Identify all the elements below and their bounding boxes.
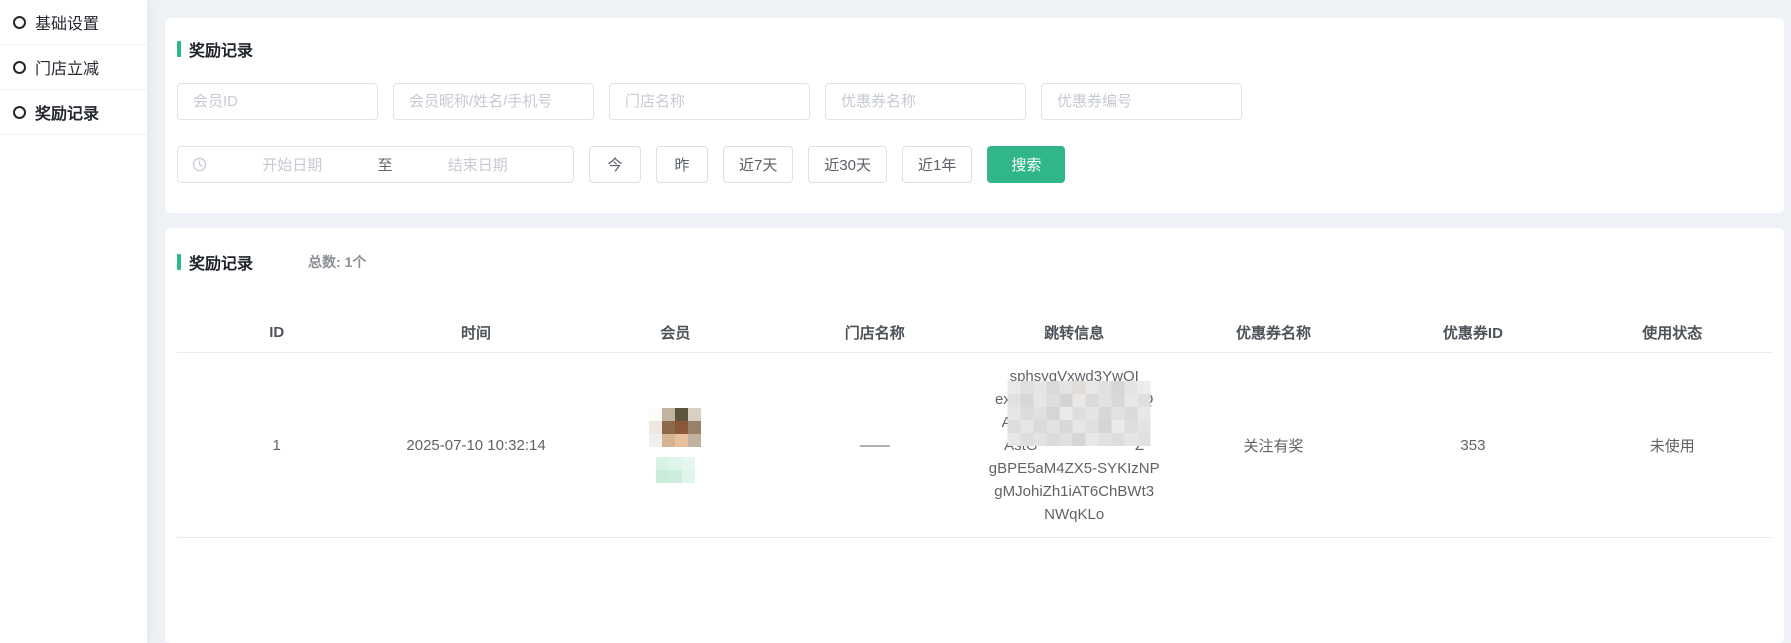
header-use-status: 使用状态 bbox=[1573, 322, 1772, 343]
date-separator: 至 bbox=[374, 154, 397, 175]
search-button[interactable]: 搜索 bbox=[987, 146, 1065, 183]
header-member: 会员 bbox=[576, 322, 775, 343]
header-store-name: 门店名称 bbox=[775, 322, 974, 343]
cell-store-name: —— bbox=[775, 437, 974, 454]
records-table: ID 时间 会员 门店名称 跳转信息 优惠券名称 优惠券ID 使用状态 1 20… bbox=[177, 312, 1772, 538]
date-range-picker[interactable]: 开始日期 至 结束日期 bbox=[177, 146, 574, 183]
yesterday-button[interactable]: 昨 bbox=[656, 146, 708, 183]
circle-icon bbox=[13, 16, 26, 29]
clock-icon bbox=[192, 157, 207, 172]
cell-time: 2025-07-10 10:32:14 bbox=[376, 437, 575, 454]
total-label: 总数: bbox=[308, 254, 341, 270]
records-panel: 奖励记录 总数: 1个 ID 时间 会员 门店名称 跳转信息 优惠券名称 优惠券… bbox=[165, 228, 1784, 643]
end-date-placeholder[interactable]: 结束日期 bbox=[397, 154, 560, 175]
panel-title-text: 奖励记录 bbox=[189, 250, 253, 274]
cell-member bbox=[576, 402, 775, 489]
today-button[interactable]: 今 bbox=[589, 146, 641, 183]
member-name-input[interactable] bbox=[393, 83, 594, 120]
panel-title-text: 奖励记录 bbox=[189, 37, 253, 61]
cell-coupon-name: 关注有奖 bbox=[1174, 435, 1373, 456]
last-1-year-button[interactable]: 近1年 bbox=[902, 146, 972, 183]
sidebar-item-label: 基础设置 bbox=[35, 10, 99, 34]
filter-date-row: 开始日期 至 结束日期 今 昨 近7天 近30天 近1年 搜索 bbox=[177, 146, 1772, 183]
circle-icon bbox=[13, 61, 26, 74]
header-id: ID bbox=[177, 324, 376, 341]
table-header-row: ID 时间 会员 门店名称 跳转信息 优惠券名称 优惠券ID 使用状态 bbox=[177, 312, 1772, 352]
cell-use-status: 未使用 bbox=[1573, 435, 1772, 456]
cell-jump-info: sphsvqVxwd3YwOI export/UzEfAqtgckI5AQ AA… bbox=[975, 365, 1174, 526]
sidebar-item-label: 奖励记录 bbox=[35, 100, 99, 124]
member-nickname-censored bbox=[656, 457, 695, 483]
last-30-days-button[interactable]: 近30天 bbox=[808, 146, 887, 183]
cell-id: 1 bbox=[177, 437, 376, 454]
jump-info-line: gMJohiZh1iAT6ChBWt3 bbox=[989, 480, 1160, 503]
table-row: 1 2025-07-10 10:32:14 —— sphsvqVxwd3YwOI… bbox=[177, 352, 1772, 538]
title-accent-bar bbox=[177, 254, 181, 270]
filter-panel-title: 奖励记录 bbox=[177, 40, 1772, 57]
total-value: 1个 bbox=[345, 254, 367, 270]
sidebar-item-basic-settings[interactable]: 基础设置 bbox=[0, 0, 147, 45]
jump-info-text: sphsvqVxwd3YwOI export/UzEfAqtgckI5AQ AA… bbox=[989, 365, 1160, 526]
main-content: 奖励记录 开始日期 至 结束日期 今 bbox=[147, 0, 1791, 643]
coupon-number-input[interactable] bbox=[1041, 83, 1242, 120]
sidebar-item-store-discount[interactable]: 门店立减 bbox=[0, 45, 147, 90]
filter-panel: 奖励记录 开始日期 至 结束日期 今 bbox=[165, 18, 1784, 213]
header-jump-info: 跳转信息 bbox=[975, 322, 1174, 343]
store-name-input[interactable] bbox=[609, 83, 810, 120]
header-time: 时间 bbox=[376, 322, 575, 343]
header-coupon-name: 优惠券名称 bbox=[1174, 322, 1373, 343]
member-avatar bbox=[649, 408, 701, 447]
start-date-placeholder[interactable]: 开始日期 bbox=[211, 154, 374, 175]
circle-icon bbox=[13, 106, 26, 119]
header-coupon-id: 优惠券ID bbox=[1373, 322, 1572, 343]
coupon-name-input[interactable] bbox=[825, 83, 1026, 120]
total-count: 总数: 1个 bbox=[308, 252, 366, 272]
filter-inputs-row bbox=[177, 83, 1772, 120]
app-window: 基础设置 门店立减 奖励记录 奖励记录 bbox=[0, 0, 1791, 643]
cell-coupon-id: 353 bbox=[1373, 437, 1572, 454]
sidebar: 基础设置 门店立减 奖励记录 bbox=[0, 0, 147, 643]
sidebar-item-reward-records[interactable]: 奖励记录 bbox=[0, 90, 147, 135]
last-7-days-button[interactable]: 近7天 bbox=[723, 146, 793, 183]
jump-info-line: NWqKLo bbox=[989, 503, 1160, 526]
jump-info-censor-mosaic bbox=[1008, 381, 1151, 446]
member-id-input[interactable] bbox=[177, 83, 378, 120]
title-accent-bar bbox=[177, 41, 181, 57]
sidebar-item-label: 门店立减 bbox=[35, 55, 99, 79]
records-panel-title: 奖励记录 总数: 1个 bbox=[177, 253, 1772, 270]
jump-info-line: gBPE5aM4ZX5-SYKIzNP bbox=[989, 457, 1160, 480]
